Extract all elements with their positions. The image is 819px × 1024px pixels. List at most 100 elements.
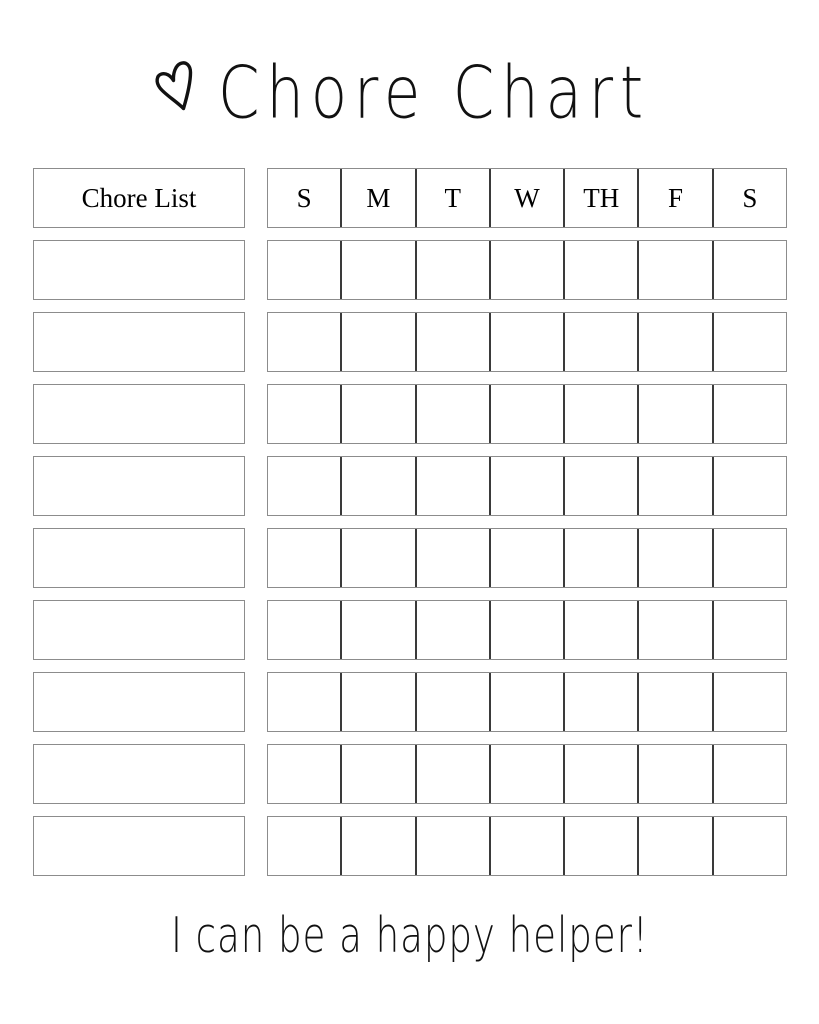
day-header-label: TH — [583, 182, 620, 213]
day-checkbox-cell[interactable] — [417, 673, 491, 731]
table-row — [33, 816, 787, 876]
table-header-row: Chore List S M T W TH F S — [33, 168, 787, 228]
day-checkbox-cell[interactable] — [491, 529, 566, 587]
table-row — [33, 528, 787, 588]
day-header-band: S M T W TH F S — [267, 168, 787, 228]
chore-name-cell[interactable] — [33, 456, 245, 516]
day-header-cell-wednesday: W — [491, 169, 566, 227]
day-checkbox-cell[interactable] — [491, 745, 566, 803]
day-checkbox-cell[interactable] — [342, 529, 417, 587]
day-checkbox-cell[interactable] — [417, 601, 491, 659]
day-header-cell-saturday: S — [714, 169, 786, 227]
day-header-cell-monday: M — [342, 169, 417, 227]
day-checkbox-cell[interactable] — [565, 529, 640, 587]
day-checkbox-cell[interactable] — [714, 529, 786, 587]
day-checkbox-cell[interactable] — [714, 601, 786, 659]
day-checkbox-cell[interactable] — [565, 313, 640, 371]
column-gap — [245, 312, 267, 372]
chore-name-cell[interactable] — [33, 384, 245, 444]
day-checkbox-cell[interactable] — [417, 457, 491, 515]
day-checkbox-cell[interactable] — [268, 457, 343, 515]
day-checkbox-cell[interactable] — [639, 241, 714, 299]
day-checkbox-cell[interactable] — [639, 529, 714, 587]
day-checkbox-cell[interactable] — [714, 817, 786, 875]
day-checkbox-cell[interactable] — [565, 457, 640, 515]
chore-name-cell[interactable] — [33, 240, 245, 300]
day-checkbox-cell[interactable] — [268, 385, 343, 443]
day-checkbox-cell[interactable] — [565, 817, 640, 875]
page-title-text: Chore Chart — [217, 50, 650, 135]
day-checkbox-cell[interactable] — [565, 601, 640, 659]
day-checkbox-cell[interactable] — [342, 673, 417, 731]
day-checkbox-band — [267, 816, 787, 876]
day-checkbox-cell[interactable] — [639, 601, 714, 659]
chore-name-cell[interactable] — [33, 816, 245, 876]
day-header-cell-sunday: S — [268, 169, 343, 227]
day-checkbox-cell[interactable] — [268, 745, 343, 803]
day-checkbox-cell[interactable] — [491, 817, 566, 875]
day-checkbox-cell[interactable] — [268, 313, 343, 371]
day-checkbox-cell[interactable] — [417, 241, 491, 299]
table-row — [33, 600, 787, 660]
day-checkbox-cell[interactable] — [714, 457, 786, 515]
day-checkbox-cell[interactable] — [639, 457, 714, 515]
column-gap — [245, 528, 267, 588]
day-checkbox-cell[interactable] — [417, 385, 491, 443]
chore-name-cell[interactable] — [33, 600, 245, 660]
day-checkbox-cell[interactable] — [714, 745, 786, 803]
day-checkbox-cell[interactable] — [342, 385, 417, 443]
day-checkbox-cell[interactable] — [342, 313, 417, 371]
column-gap — [245, 456, 267, 516]
chore-name-cell[interactable] — [33, 744, 245, 804]
day-checkbox-cell[interactable] — [491, 241, 566, 299]
day-checkbox-cell[interactable] — [565, 385, 640, 443]
footer-message: I can be a happy helper! — [0, 900, 819, 972]
day-checkbox-cell[interactable] — [417, 313, 491, 371]
day-checkbox-cell[interactable] — [342, 457, 417, 515]
column-gap — [245, 744, 267, 804]
day-checkbox-cell[interactable] — [565, 673, 640, 731]
day-header-label: T — [444, 182, 461, 213]
day-checkbox-cell[interactable] — [268, 241, 343, 299]
column-gap — [245, 384, 267, 444]
day-checkbox-band — [267, 240, 787, 300]
footer-message-text: I can be a happy helper! — [170, 907, 649, 965]
chore-name-cell[interactable] — [33, 672, 245, 732]
day-checkbox-cell[interactable] — [342, 241, 417, 299]
day-header-cell-friday: F — [639, 169, 714, 227]
day-checkbox-cell[interactable] — [565, 745, 640, 803]
day-checkbox-cell[interactable] — [268, 529, 343, 587]
day-checkbox-cell[interactable] — [491, 601, 566, 659]
day-checkbox-cell[interactable] — [639, 385, 714, 443]
day-checkbox-cell[interactable] — [714, 241, 786, 299]
day-checkbox-cell[interactable] — [491, 313, 566, 371]
day-checkbox-cell[interactable] — [639, 817, 714, 875]
day-checkbox-cell[interactable] — [639, 673, 714, 731]
day-checkbox-cell[interactable] — [268, 673, 343, 731]
column-gap — [245, 816, 267, 876]
day-checkbox-cell[interactable] — [268, 817, 343, 875]
day-checkbox-cell[interactable] — [417, 745, 491, 803]
day-checkbox-cell[interactable] — [491, 673, 566, 731]
day-checkbox-cell[interactable] — [342, 745, 417, 803]
day-header-cell-thursday: TH — [565, 169, 640, 227]
day-header-label: S — [742, 182, 758, 213]
day-checkbox-cell[interactable] — [639, 313, 714, 371]
table-row — [33, 744, 787, 804]
day-checkbox-cell[interactable] — [565, 241, 640, 299]
day-checkbox-cell[interactable] — [491, 457, 566, 515]
day-checkbox-cell[interactable] — [417, 817, 491, 875]
day-header-label: S — [296, 182, 312, 213]
chore-name-cell[interactable] — [33, 528, 245, 588]
day-checkbox-cell[interactable] — [417, 529, 491, 587]
day-checkbox-cell[interactable] — [342, 601, 417, 659]
day-checkbox-cell[interactable] — [639, 745, 714, 803]
day-checkbox-cell[interactable] — [268, 601, 343, 659]
day-checkbox-cell[interactable] — [714, 385, 786, 443]
day-checkbox-band — [267, 600, 787, 660]
day-checkbox-cell[interactable] — [491, 385, 566, 443]
day-checkbox-cell[interactable] — [714, 313, 786, 371]
day-checkbox-cell[interactable] — [714, 673, 786, 731]
chore-name-cell[interactable] — [33, 312, 245, 372]
day-checkbox-cell[interactable] — [342, 817, 417, 875]
